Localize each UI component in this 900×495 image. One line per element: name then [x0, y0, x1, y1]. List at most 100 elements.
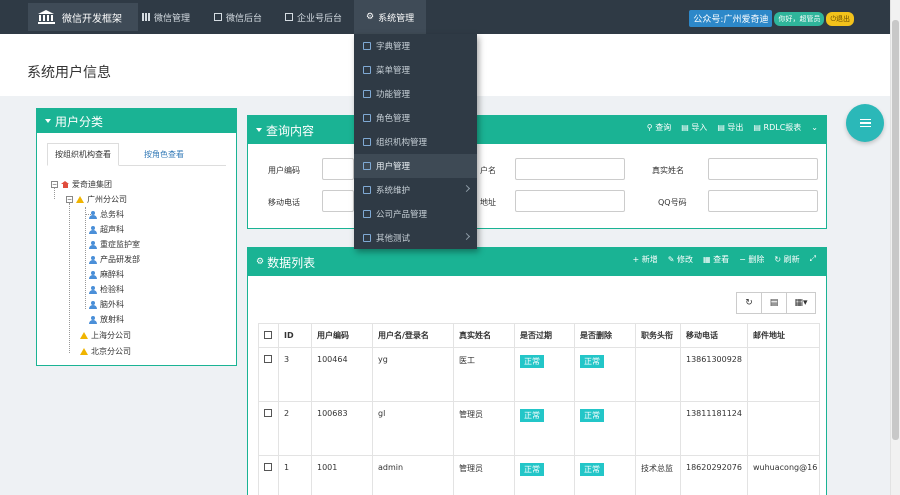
nav-weixin-backend[interactable]: 微信后台: [214, 0, 262, 34]
user-category-panel: 用户分类 按组织机构查看 按角色查看 − 爱奇迪集团 − 广州分公司 总务科 超…: [36, 108, 237, 366]
nav-weixin-manage[interactable]: 微信管理: [142, 0, 190, 34]
panel-title: 用户分类: [55, 114, 104, 129]
menu-item-other-test[interactable]: 其他测试: [354, 226, 477, 250]
tab-by-organization[interactable]: 按组织机构查看: [47, 143, 119, 166]
system-manage-dropdown: 字典管理 菜单管理 功能管理 角色管理 组织机构管理 用户管理 系统维护 公司产…: [354, 34, 477, 249]
select-all-checkbox[interactable]: [258, 323, 279, 348]
menu-label: 角色管理: [376, 114, 411, 124]
status-badge: 正常: [580, 409, 604, 422]
chevron-right-icon: [462, 232, 471, 241]
bank-icon: [38, 10, 55, 24]
menu-label: 用户管理: [376, 162, 411, 172]
menu-item-menu[interactable]: 菜单管理: [354, 58, 477, 82]
refresh-button[interactable]: ↻ 刷新: [774, 254, 799, 265]
key-icon: [363, 90, 371, 98]
menu-item-organization[interactable]: 组织机构管理: [354, 130, 477, 154]
cell-code: 100683: [311, 401, 373, 456]
column-header[interactable]: 用户名/登录名: [372, 323, 454, 348]
query-toolbar: ⚲ 查询 ▤ 导入 ▤ 导出 ▤ RDLC报表 ⌄: [647, 122, 818, 133]
row-checkbox[interactable]: [258, 347, 279, 402]
add-label: 新增: [641, 255, 658, 264]
tree-node-company[interactable]: 上海分公司: [80, 330, 131, 341]
chevron-down-icon[interactable]: ⌄: [811, 123, 818, 132]
menu-label: 其他测试: [376, 234, 411, 244]
tree-node-company[interactable]: − 广州分公司: [66, 194, 127, 205]
tree-label: 广州分公司: [87, 195, 127, 204]
tree-label: 重症监护室: [100, 240, 140, 249]
username-label: 户名: [480, 166, 496, 175]
logout-button[interactable]: ⏻退出: [826, 11, 854, 26]
user-code-input[interactable]: [322, 158, 354, 180]
column-header[interactable]: 邮件地址: [747, 323, 820, 348]
table-row[interactable]: 3 100464 yg 医工 正常 正常 13861300928: [258, 347, 820, 402]
menu-item-function[interactable]: 功能管理: [354, 82, 477, 106]
menu-item-company-product[interactable]: 公司产品管理: [354, 202, 477, 226]
menu-item-role[interactable]: 角色管理: [354, 106, 477, 130]
welcome-badge[interactable]: 你好，超管员: [774, 11, 825, 26]
menu-item-system-maintenance[interactable]: 系统维护: [354, 178, 477, 202]
report-button[interactable]: ▤ RDLC报表: [753, 122, 801, 133]
search-button[interactable]: ⚲ 查询: [647, 122, 671, 133]
nav-label: 企业号后台: [297, 13, 343, 24]
row-checkbox[interactable]: [258, 401, 279, 456]
scroll-thumb[interactable]: [892, 20, 899, 440]
refresh-icon[interactable]: ↻: [736, 292, 762, 314]
tree-node-root[interactable]: − 爱奇迪集团: [51, 179, 112, 190]
nav-enterprise-backend[interactable]: 企业号后台: [285, 0, 342, 34]
category-tabs: 按组织机构查看 按角色查看: [47, 143, 226, 166]
username-input[interactable]: [515, 158, 625, 180]
tree-node-dept[interactable]: 产品研发部: [88, 254, 140, 265]
mobile-input[interactable]: [322, 190, 354, 212]
column-header[interactable]: 用户编码: [311, 323, 373, 348]
table-row[interactable]: 1 1001 admin 管理员 正常 正常 技术总监 18620292076 …: [258, 455, 820, 495]
address-input[interactable]: [515, 190, 625, 212]
qq-input[interactable]: [708, 190, 818, 212]
columns-icon[interactable]: ▦▾: [786, 292, 816, 314]
column-header[interactable]: 移动电话: [680, 323, 748, 348]
tree-node-dept[interactable]: 检验科: [88, 284, 124, 295]
table-row[interactable]: 2 100683 gl 管理员 正常 正常 13811181124: [258, 401, 820, 456]
row-checkbox[interactable]: [258, 455, 279, 495]
building-icon: [285, 13, 293, 21]
column-header[interactable]: ID: [278, 323, 312, 348]
user-group-icon: [88, 240, 97, 249]
menu-fab-button[interactable]: [846, 104, 884, 142]
collapse-icon[interactable]: −: [66, 196, 73, 203]
tree-node-dept[interactable]: 放射科: [88, 314, 124, 325]
column-header[interactable]: 真实姓名: [453, 323, 515, 348]
account-selector[interactable]: 公众号:广州爱奇迪: [689, 10, 773, 27]
column-header[interactable]: 职务头衔: [635, 323, 681, 348]
view-button[interactable]: ▦ 查看: [703, 254, 729, 265]
delete-button[interactable]: − 删除: [739, 254, 764, 265]
add-button[interactable]: + 新增: [632, 254, 657, 265]
cell-expired: 正常: [514, 401, 575, 456]
edit-button[interactable]: ✎ 修改: [668, 254, 693, 265]
tab-by-role[interactable]: 按角色查看: [137, 143, 191, 166]
import-button[interactable]: ▤ 导入: [681, 122, 707, 133]
menu-item-dictionary[interactable]: 字典管理: [354, 34, 477, 58]
tree-node-dept[interactable]: 重症监护室: [88, 239, 140, 250]
tree-node-dept[interactable]: 脑外科: [88, 299, 124, 310]
collapse-icon[interactable]: −: [51, 181, 58, 188]
nav-system-manage[interactable]: ⚙ 系统管理: [354, 0, 427, 34]
chevron-right-icon: [462, 184, 471, 193]
tree-node-dept[interactable]: 总务科: [85, 209, 124, 220]
export-button[interactable]: ▤ 导出: [717, 122, 743, 133]
cell-code: 1001: [311, 455, 373, 495]
company-icon: [80, 332, 88, 339]
cell-id: 1: [278, 455, 312, 495]
toggle-view-icon[interactable]: ▤: [761, 292, 787, 314]
page-scrollbar[interactable]: [890, 0, 900, 495]
column-header[interactable]: 是否删除: [574, 323, 636, 348]
brand-logo[interactable]: 微信开发框架: [28, 3, 138, 31]
cell-mobile: 18620292076: [680, 455, 748, 495]
tree-node-company[interactable]: 北京分公司: [80, 346, 131, 357]
column-header[interactable]: 是否过期: [514, 323, 575, 348]
tree-node-dept[interactable]: 超声科: [88, 224, 124, 235]
list-icon: [214, 13, 222, 21]
fullscreen-icon[interactable]: ⤢: [810, 254, 816, 265]
real-name-input[interactable]: [708, 158, 818, 180]
tree-node-dept[interactable]: 麻醉科: [88, 269, 124, 280]
logout-label: 退出: [836, 14, 850, 23]
menu-item-user-manage[interactable]: 用户管理: [354, 154, 477, 178]
